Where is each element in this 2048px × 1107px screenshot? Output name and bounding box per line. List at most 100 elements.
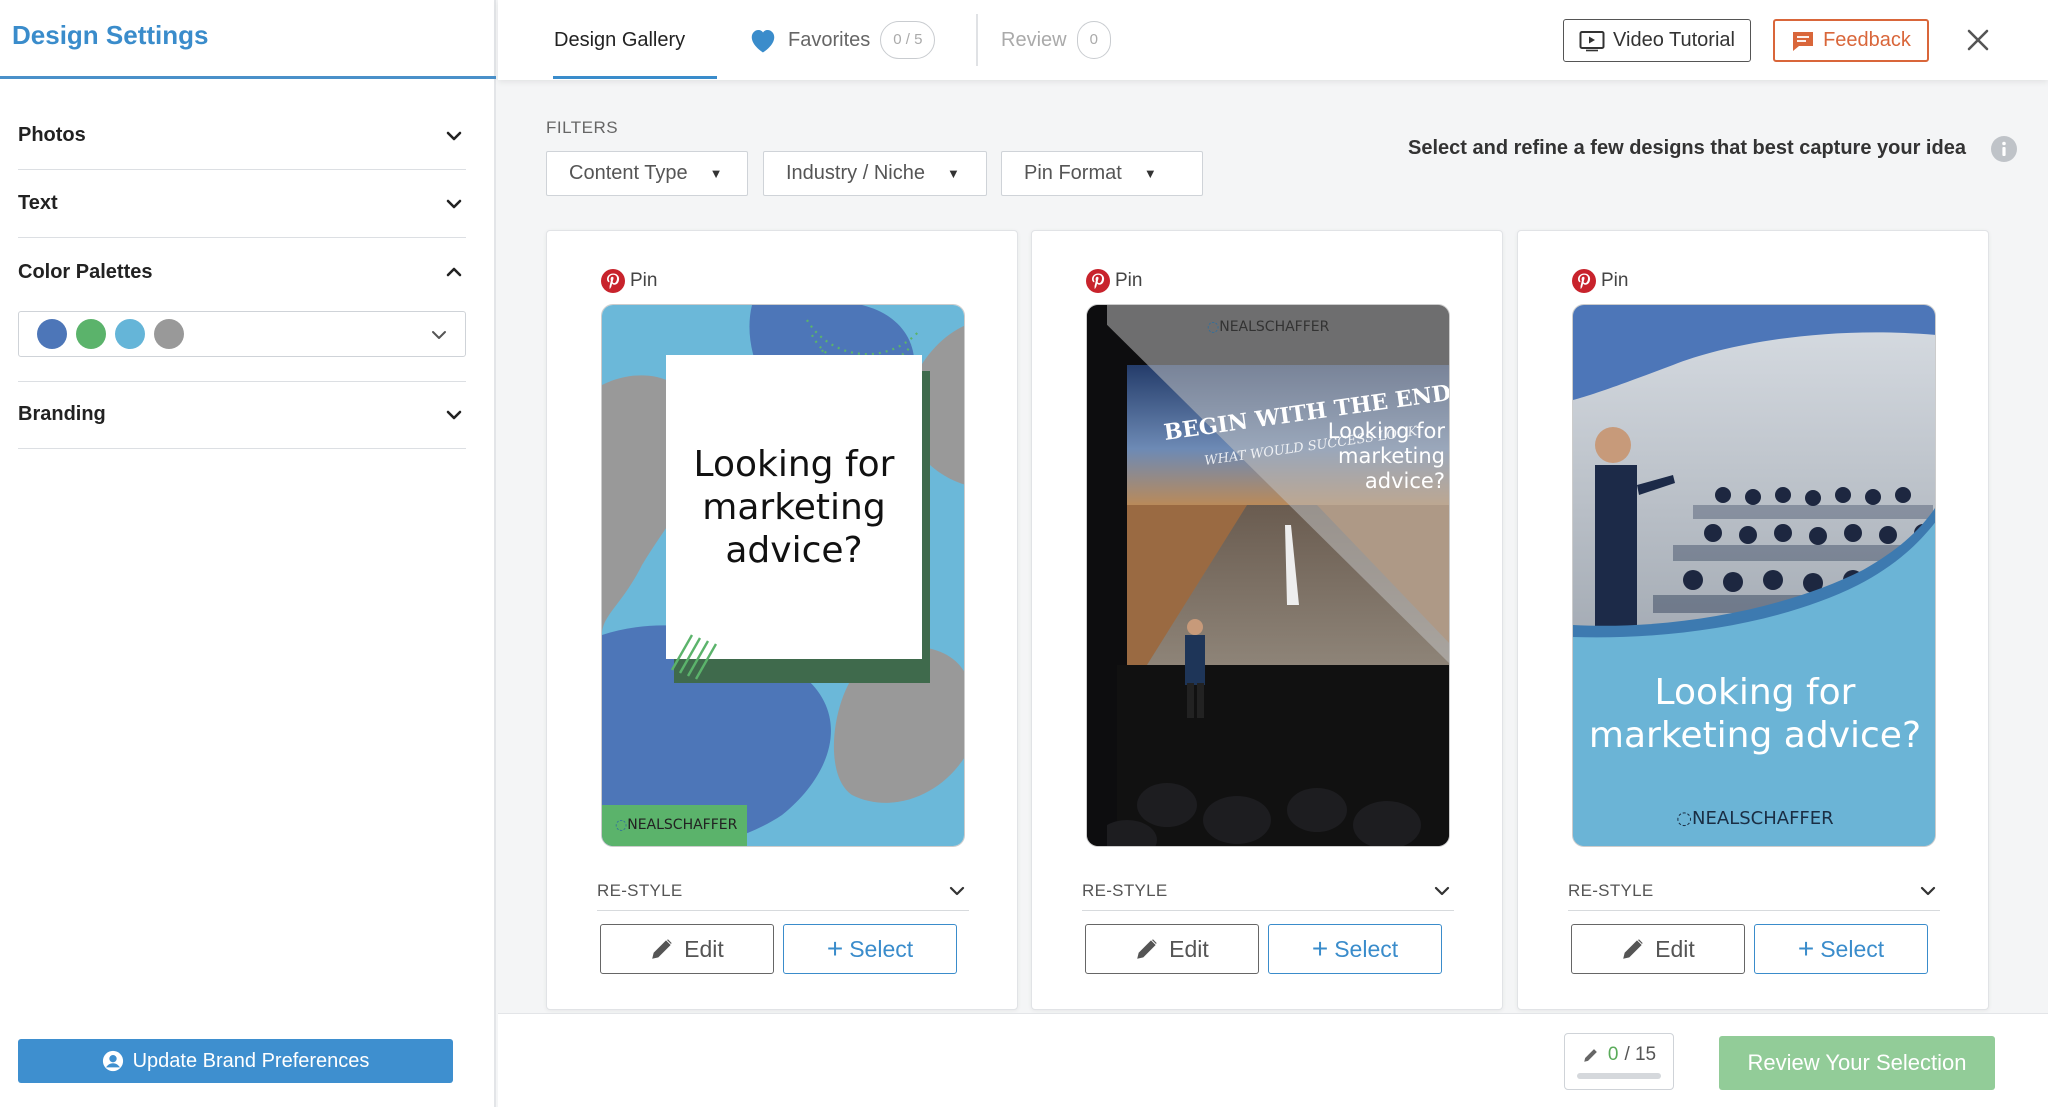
pin-label: Pin (1086, 269, 1142, 293)
info-icon[interactable] (1990, 135, 2018, 163)
select-label: Select (1334, 935, 1399, 962)
edit-label: Edit (684, 935, 724, 962)
pin-label-text: Pin (1601, 270, 1629, 291)
filter-label: Content Type (569, 162, 688, 184)
select-button[interactable]: + Select (1754, 924, 1928, 974)
feedback-label: Feedback (1823, 29, 1911, 51)
edit-button[interactable]: Edit (1571, 924, 1745, 974)
tab-design-gallery[interactable]: Design Gallery (554, 0, 685, 80)
edit-label: Edit (1169, 935, 1209, 962)
section-label: Branding (18, 403, 106, 425)
feedback-button[interactable]: Feedback (1773, 19, 1929, 62)
select-button[interactable]: + Select (1268, 924, 1442, 974)
filter-industry-niche[interactable]: Industry / Niche ▼ (763, 151, 987, 196)
plus-icon: + (1311, 933, 1329, 964)
pin-brand-logo: ◌NEALSCHAFFER (615, 817, 738, 833)
tab-label: Review (1001, 28, 1067, 51)
pin-artwork: BEGIN WITH THE END IN M WHAT WOULD SUCCE… (1087, 305, 1449, 846)
selection-count-total: / 15 (1624, 1044, 1657, 1065)
design-card: Pin (1031, 230, 1503, 1010)
select-label: Select (849, 935, 914, 962)
select-button[interactable]: + Select (783, 924, 957, 974)
pin-headline: Looking for marketing advice? (1283, 419, 1445, 494)
selection-progress-bar (1577, 1073, 1661, 1079)
tab-review[interactable]: Review 0 (1001, 0, 1111, 80)
plus-icon: + (1797, 933, 1815, 964)
palette-color-swatch (37, 319, 67, 349)
chevron-down-icon (446, 131, 462, 140)
plus-icon: + (826, 933, 844, 964)
video-play-icon (1579, 30, 1605, 51)
edit-button[interactable]: Edit (1085, 924, 1259, 974)
restyle-dropdown[interactable]: RE-STYLE (597, 871, 969, 911)
headline-line: marketing advice? (1588, 715, 1922, 756)
palette-color-swatch (76, 319, 106, 349)
headline-line: marketing (702, 487, 886, 528)
headline-line: marketing (1338, 444, 1445, 468)
headline-line: advice? (1364, 469, 1445, 493)
review-selection-button[interactable]: Review Your Selection (1719, 1036, 1995, 1090)
restyle-label: RE-STYLE (1568, 880, 1654, 900)
video-tutorial-button[interactable]: Video Tutorial (1563, 19, 1751, 62)
review-count-badge: 0 (1076, 21, 1111, 59)
pencil-icon (652, 939, 672, 959)
filter-label: Industry / Niche (786, 162, 925, 184)
filter-label: Pin Format (1024, 162, 1122, 184)
sidebar-section-branding[interactable]: Branding (18, 381, 466, 449)
headline-line: Looking for (693, 444, 895, 485)
headline-line: Looking for (1327, 419, 1445, 443)
design-card: Pin Looking for marketing advice? ◌NEALS… (546, 230, 1018, 1010)
favorites-count-badge: 0 / 5 (880, 21, 936, 59)
brand-button-label: Update Brand Preferences (132, 1049, 370, 1072)
close-icon[interactable] (1960, 22, 1996, 58)
pin-artwork (602, 305, 964, 846)
palette-color-swatch (154, 319, 184, 349)
brand-text: NEALSCHAFFER (1219, 319, 1330, 335)
filter-pin-format[interactable]: Pin Format ▼ (1001, 151, 1203, 196)
pin-label-text: Pin (1115, 270, 1143, 291)
restyle-label: RE-STYLE (1082, 880, 1168, 900)
pin-brand-logo: ◌NEALSCHAFFER (1207, 319, 1330, 335)
pin-headline: Looking for marketing advice? (1573, 671, 1935, 757)
edit-label: Edit (1655, 935, 1695, 962)
update-brand-preferences-button[interactable]: Update Brand Preferences (18, 1039, 453, 1083)
selection-counter: 0 / 15 (1564, 1033, 1674, 1090)
selection-count-value: 0 (1607, 1044, 1619, 1065)
restyle-dropdown[interactable]: RE-STYLE (1082, 871, 1454, 911)
filter-content-type[interactable]: Content Type ▼ (546, 151, 748, 196)
sidebar-title: Design Settings (12, 20, 209, 50)
section-label: Text (18, 192, 58, 214)
caret-down-icon: ▼ (946, 166, 960, 181)
message-icon (1793, 31, 1814, 51)
pinterest-icon (1086, 269, 1110, 293)
top-navigation-bar: Design Gallery Favorites 0 / 5 Review 0 … (498, 0, 2048, 80)
pin-preview[interactable]: BEGIN WITH THE END IN M WHAT WOULD SUCCE… (1086, 304, 1450, 847)
pin-artwork (1573, 305, 1935, 846)
sidebar-section-text[interactable]: Text (18, 170, 466, 238)
headline-line: advice? (725, 530, 863, 571)
chevron-up-icon (446, 267, 462, 277)
sidebar-section-photos[interactable]: Photos (18, 102, 466, 170)
pin-preview[interactable]: Looking for marketing advice? ◌NEALSCHAF… (601, 304, 965, 847)
pin-brand-logo: ◌NEALSCHAFFER (1676, 808, 1834, 829)
section-label: Photos (18, 124, 86, 146)
chevron-down-icon (432, 331, 446, 339)
pinterest-icon (1572, 269, 1596, 293)
chevron-down-icon (446, 410, 462, 419)
edit-button[interactable]: Edit (600, 924, 774, 974)
filters-label: FILTERS (546, 118, 619, 137)
sidebar-section-color-palettes[interactable]: Color Palettes (18, 238, 466, 306)
restyle-dropdown[interactable]: RE-STYLE (1568, 871, 1940, 911)
video-tutorial-label: Video Tutorial (1613, 29, 1735, 51)
design-card: Pin (1517, 230, 1989, 1010)
pin-preview[interactable]: Looking for marketing advice? ◌NEALSCHAF… (1572, 304, 1936, 847)
tab-favorites[interactable]: Favorites 0 / 5 (748, 0, 936, 80)
selection-hint: Select and refine a few designs that bes… (1408, 137, 1966, 159)
color-palette-select[interactable] (18, 311, 466, 357)
palette-color-swatch (115, 319, 145, 349)
section-label: Color Palettes (18, 260, 153, 283)
headline-line: Looking for (1654, 672, 1856, 713)
chevron-down-icon (949, 886, 965, 895)
pin-label-text: Pin (630, 270, 658, 291)
selection-footer: 0 / 15 Review Your Selection (498, 1013, 2048, 1107)
